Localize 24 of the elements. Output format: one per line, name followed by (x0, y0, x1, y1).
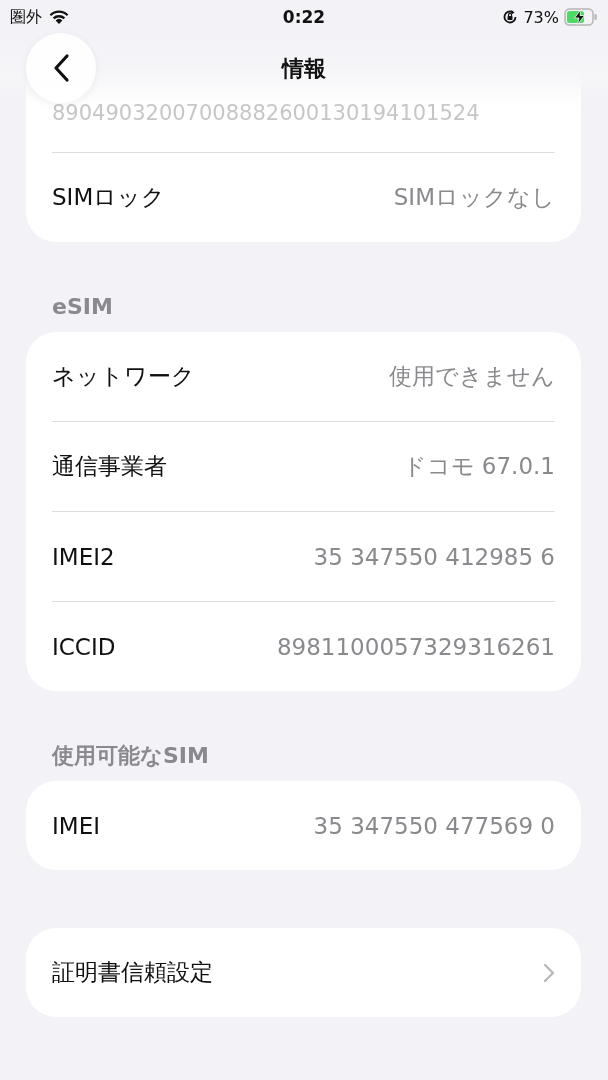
row-label: ネットワーク (52, 362, 195, 391)
row-label: IMEI2 (52, 543, 115, 570)
row-value: 使用できません (389, 362, 555, 391)
row-label: 通信事業者 (52, 452, 167, 481)
section-header: 使用可能なSIM (50, 742, 210, 770)
chevron-icon (543, 962, 555, 983)
wifi-icon (48, 9, 70, 25)
row-value: 89049032007008882600130194101524 (52, 101, 480, 125)
row-value: 35 347550 477569 0 (313, 812, 555, 839)
status-time: 0:22 (282, 7, 326, 27)
row-value: 8981100057329316261 (276, 633, 555, 660)
row-value: 35 347550 412985 6 (313, 543, 555, 570)
row-value: ドコモ 67.0.1 (402, 452, 555, 481)
battery-percent: 73% (523, 7, 559, 27)
orientation-lock-icon (502, 9, 519, 25)
row-label: ICCID (52, 633, 116, 660)
carrier-text: 圏外 (10, 6, 42, 28)
section-header: eSIM (51, 293, 114, 321)
row-label: SIMロック (52, 183, 166, 212)
row-value: SIMロックなし (393, 183, 555, 212)
row-label: IMEI (52, 812, 100, 839)
settings-link-row[interactable]: 証明書信頼設定 (26, 928, 581, 1017)
page-title: 情報 (282, 55, 326, 83)
back-icon (52, 53, 70, 83)
